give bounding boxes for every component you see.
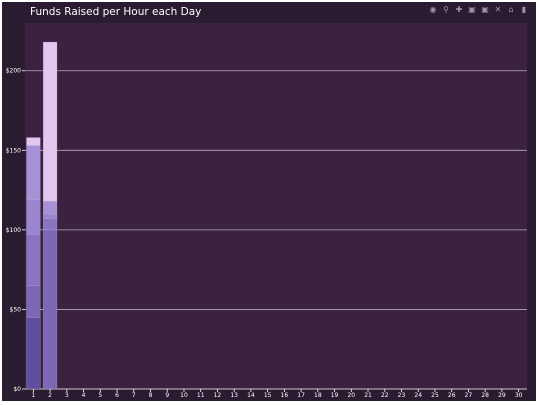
bar-segment [43,213,58,219]
chart-frame: Funds Raised per Hour each Day ◉ ⚲ ✚ ▣ ▣… [0,0,540,405]
x-tick-label: 18 [314,392,322,399]
x-tick-label: 3 [65,392,69,399]
y-tick-label: $200 [6,68,21,75]
x-tick-label: 16 [281,392,289,399]
bar-segment [26,234,41,286]
x-tick-label: 10 [180,392,188,399]
x-tick-label: 21 [364,392,372,399]
x-tick-label: 19 [331,392,339,399]
bar-segment [43,218,58,231]
x-tick-label: 6 [115,392,119,399]
x-tick-label: 4 [82,392,86,399]
x-tick-label: 17 [297,392,305,399]
x-tick-label: 8 [149,392,153,399]
x-tick-label: 29 [498,392,506,399]
bar-segment [43,201,58,215]
x-tick-label: 1 [31,392,35,399]
x-tick-label: 12 [214,392,222,399]
x-tick-label: 22 [381,392,389,399]
x-tick-label: 14 [247,392,255,399]
bar-segment [26,145,41,200]
x-tick-label: 7 [132,392,136,399]
x-tick-label: 28 [481,392,489,399]
y-tick-label: $150 [6,147,21,154]
bar-segment [26,285,41,318]
y-tick-label: $0 [13,386,21,393]
x-tick-label: 20 [347,392,355,399]
x-tick-label: 27 [465,392,473,399]
bar-segment [43,229,58,390]
bar-segment [26,137,41,146]
y-tick-label: $100 [6,227,21,234]
x-tick-label: 26 [448,392,456,399]
y-tick-label: $50 [10,306,22,313]
x-tick-label: 24 [414,392,422,399]
x-tick-label: 30 [515,392,523,399]
x-tick-label: 15 [264,392,272,399]
x-tick-label: 23 [398,392,406,399]
bar-segment [43,41,58,202]
x-tick-label: 5 [98,392,102,399]
bar-segment [26,317,41,390]
chart-svg: $0$50$100$150$2001 2 3 4 5 6 7 8 9 10 11 12 13 14 15 16… [6,23,527,399]
x-tick-label: 11 [197,392,205,399]
x-tick-label: 13 [230,392,238,399]
x-tick-label: 25 [431,392,439,399]
x-tick-label: 9 [165,392,169,399]
bar-segment [26,199,41,235]
x-tick-label: 2 [48,392,52,399]
plot-area [25,23,527,389]
